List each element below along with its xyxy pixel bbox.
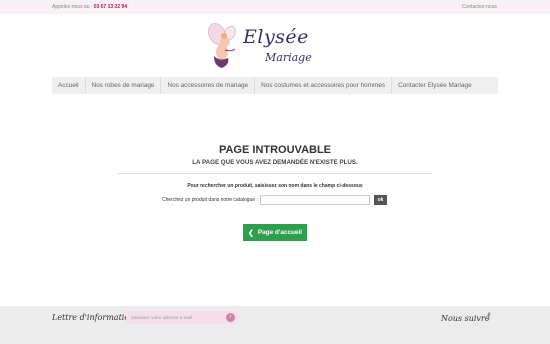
nav-item-robes[interactable]: Nos robes de mariage [86,77,162,94]
phone-number[interactable]: 03 67 13 22 94 [94,4,127,10]
nav-item-contact[interactable]: Contacter Elysée Mariage [392,77,478,94]
logo-subtitle: Mariage [265,51,312,64]
home-button[interactable]: ❮ Page d'accueil [243,224,307,241]
search-label: Cherchez un produit dans notre catalogue… [162,197,258,203]
phone-info: Appelez-nous au : 03 67 13 22 94 [52,4,127,10]
search-input[interactable] [260,195,370,205]
nav-item-costumes[interactable]: Nos costumes et accessoires pour hommes [255,77,393,94]
nav-item-accessoires[interactable]: Nos accessoires de mariage [161,77,256,94]
contact-link[interactable]: Contactez-nous [462,4,497,10]
top-bar: Appelez-nous au : 03 67 13 22 94 Contact… [0,0,550,14]
arrow-right-icon[interactable]: › [226,313,235,322]
page-title: PAGE INTROUVABLE [218,144,332,156]
newsletter-placeholder: Saisissez votre adresse e-mail [131,315,193,320]
chevron-left-icon: ❮ [247,229,254,237]
phone-prefix: Appelez-nous au : [52,4,94,10]
newsletter-email-input[interactable]: Saisissez votre adresse e-mail › [126,311,238,324]
cherub-icon [208,23,236,68]
home-button-label: Page d'accueil [257,229,303,236]
site-logo[interactable]: Elysée Mariage [205,20,325,72]
search-instruction: Pour rechercher un produit, saisissez so… [187,183,363,189]
nav-item-accueil[interactable]: Accueil [52,77,86,94]
footer [0,306,550,344]
follow-label: Nous suivre [441,314,490,323]
main-nav: Accueil Nos robes de mariage Nos accesso… [52,77,498,94]
ok-button[interactable]: ok [374,195,387,205]
divider [118,173,432,174]
logo-title: Elysée [243,26,309,48]
page-subtitle: LA PAGE QUE VOUS AVEZ DEMANDÉE N'EXISTE … [192,159,358,166]
facebook-icon[interactable]: f [487,312,490,323]
